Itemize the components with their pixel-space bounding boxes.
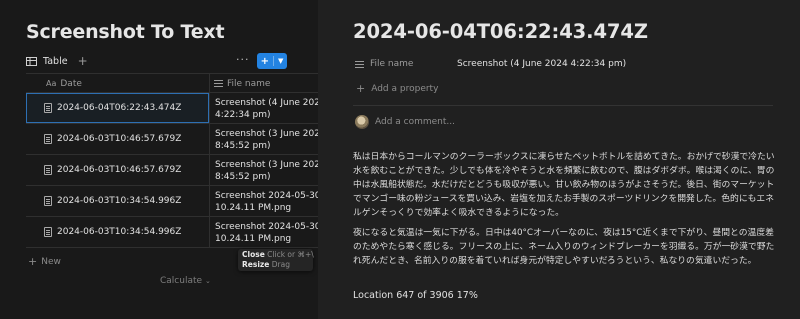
date-cell[interactable]: 2024-06-03T10:46:57.679Z — [26, 124, 209, 154]
date-value: 2024-06-03T10:34:54.996Z — [57, 196, 182, 206]
document-icon — [44, 103, 52, 113]
more-icon[interactable]: ··· — [236, 54, 250, 66]
tooltip-close-hint: Click or ⌘+\ — [267, 250, 314, 259]
table-icon — [26, 56, 37, 66]
property-name[interactable]: File name — [355, 59, 457, 69]
tooltip-resize-label: Resize — [242, 260, 270, 269]
view-tabs: Table + — [26, 53, 88, 69]
chevron-down-icon[interactable]: ▼ — [278, 57, 283, 65]
button-separator — [273, 56, 274, 66]
page-peek-pane: 2024-06-04T06:22:43.474Z File name Scree… — [318, 0, 800, 319]
tooltip-resize-hint: Drag — [271, 260, 290, 269]
date-value: 2024-06-03T10:46:57.679Z — [57, 165, 182, 175]
date-cell[interactable]: 2024-06-04T06:22:43.474Z — [26, 93, 209, 123]
location-text: Location 647 of 3906 17% — [353, 290, 478, 301]
date-value: 2024-06-03T10:46:57.679Z — [57, 134, 182, 144]
table-row[interactable]: 2024-06-03T10:46:57.679Z Screenshot (3 J… — [26, 124, 318, 155]
date-cell[interactable]: 2024-06-03T10:46:57.679Z — [26, 155, 209, 185]
body-paragraph: 私は日本からコールマンのクーラーボックスに凍らせたペットボトルを詰めてきた。おか… — [353, 152, 775, 218]
avatar — [355, 115, 369, 129]
table-row[interactable]: 2024-06-03T10:46:57.679Z Screenshot (3 J… — [26, 155, 318, 186]
new-entry-button[interactable]: + ▼ — [257, 53, 287, 69]
document-icon — [44, 227, 52, 237]
file-name-cell[interactable]: Screenshot (3 June 2024 8:45:52 pm) — [209, 155, 318, 185]
text-property-icon — [355, 60, 364, 68]
comment-row[interactable]: Add a comment... — [355, 115, 455, 129]
database-title[interactable]: Screenshot To Text — [26, 21, 225, 43]
date-cell[interactable]: 2024-06-03T10:34:54.996Z — [26, 217, 209, 247]
text-property-icon: Aa — [46, 79, 57, 88]
property-row-file-name: File name Screenshot (4 June 2024 4:22:3… — [355, 57, 755, 71]
add-property-button[interactable]: + Add a property — [356, 82, 438, 95]
date-value: 2024-06-03T10:34:54.996Z — [57, 227, 182, 237]
document-icon — [44, 134, 52, 144]
plus-icon: + — [260, 55, 269, 67]
calculate-label: Calculate — [160, 276, 203, 286]
plus-icon: + — [28, 255, 38, 268]
plus-icon: + — [356, 82, 366, 95]
property-value[interactable]: Screenshot (4 June 2024 4:22:34 pm) — [457, 59, 626, 69]
column-header-file-name-label: File name — [227, 78, 271, 89]
view-tab-table[interactable]: Table — [43, 56, 68, 67]
chevron-down-icon: ⌄ — [205, 277, 211, 285]
add-view-plus-icon[interactable]: + — [78, 54, 88, 68]
database-pane: Screenshot To Text Table + ··· + ▼ Aa Da… — [0, 0, 318, 319]
table-body: 2024-06-04T06:22:43.474Z Screenshot (4 J… — [26, 93, 318, 248]
column-header-date[interactable]: Aa Date — [46, 74, 82, 93]
column-header-file-name[interactable]: File name — [214, 74, 270, 93]
property-name-label: File name — [370, 59, 414, 69]
add-row-label: New — [41, 256, 61, 267]
date-cell[interactable]: 2024-06-03T10:34:54.996Z — [26, 186, 209, 216]
table-row[interactable]: 2024-06-04T06:22:43.474Z Screenshot (4 J… — [26, 93, 318, 124]
page-body: 私は日本からコールマンのクーラーボックスに凍らせたペットボトルを詰めてきた。おか… — [353, 150, 775, 274]
table-row[interactable]: 2024-06-03T10:34:54.996Z Screenshot 2024… — [26, 217, 318, 248]
table-header: Aa Date File name — [26, 73, 318, 93]
document-icon — [44, 165, 52, 175]
column-divider[interactable] — [209, 74, 210, 93]
file-name-cell[interactable]: Screenshot 2024-05-30 at 10.24.11 PM.png — [209, 186, 318, 216]
peek-tooltip: Close Click or ⌘+\ Resize Drag — [238, 249, 314, 271]
divider — [353, 105, 773, 106]
document-icon — [44, 196, 52, 206]
add-property-label: Add a property — [371, 83, 439, 94]
text-property-icon — [214, 80, 223, 87]
body-paragraph: 夜になると気温は一気に下がる。日中は40°Cオーバーなのに、夜は15°C近くまで… — [353, 228, 775, 266]
comment-input[interactable]: Add a comment... — [375, 117, 455, 127]
date-value: 2024-06-04T06:22:43.474Z — [57, 103, 182, 113]
file-name-cell[interactable]: Screenshot (3 June 2024 8:45:52 pm) — [209, 124, 318, 154]
column-header-date-label: Date — [60, 78, 82, 89]
file-name-cell[interactable]: Screenshot 2024-05-30 at 10.24.11 PM.png — [209, 217, 318, 247]
calculate-button[interactable]: Calculate ⌄ — [160, 276, 211, 286]
tooltip-close-label: Close — [242, 250, 265, 259]
add-row-button[interactable]: + New — [28, 255, 61, 268]
table-row[interactable]: 2024-06-03T10:34:54.996Z Screenshot 2024… — [26, 186, 318, 217]
file-name-cell[interactable]: Screenshot (4 June 2024 4:22:34 pm) — [209, 93, 318, 123]
page-title[interactable]: 2024-06-04T06:22:43.474Z — [353, 20, 648, 43]
